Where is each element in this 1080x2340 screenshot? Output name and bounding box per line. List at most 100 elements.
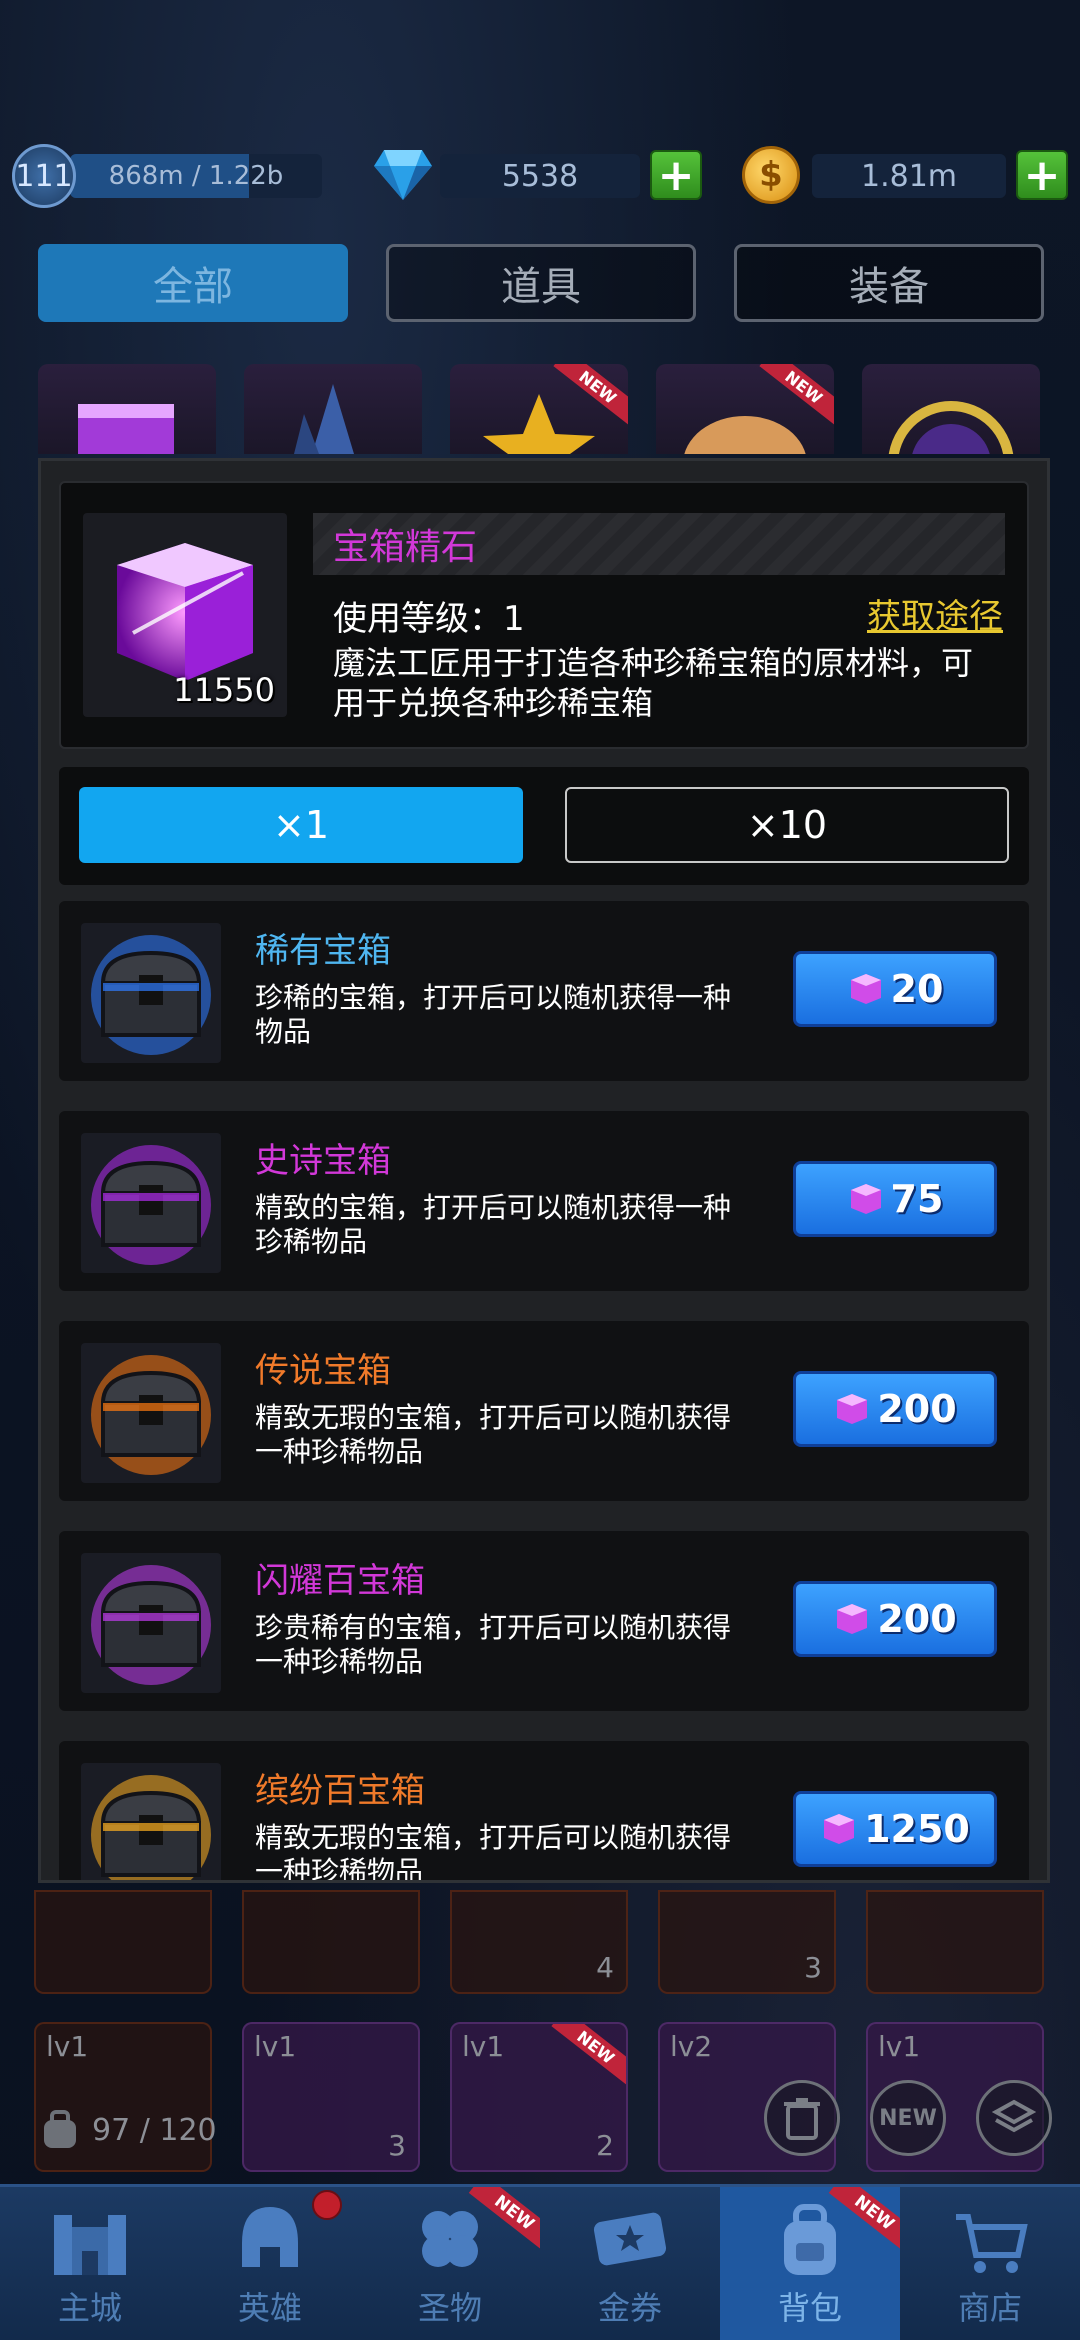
slot-level: lv1 [46, 2030, 89, 2063]
nav-label: 背包 [777, 2289, 842, 2327]
chest-description: 精致无瑕的宝箱，打开后可以随机获得一种珍稀物品 [255, 1401, 732, 1468]
buy-chest-button[interactable]: 20 [793, 951, 997, 1027]
inventory-slot[interactable] [866, 1890, 1044, 1994]
nav-relics[interactable]: 圣物 NEW [360, 2187, 540, 2340]
list-item: 缤纷百宝箱 精致无瑕的宝箱，打开后可以随机获得一种珍稀物品 1250 [59, 1741, 1029, 1883]
slot-count: 4 [596, 1951, 614, 1984]
clover-icon [422, 2211, 478, 2267]
slot-level: lv2 [670, 2030, 713, 2063]
epic-chest-icon [81, 1133, 221, 1273]
buy-chest-button[interactable]: 200 [793, 1371, 997, 1447]
quantity-x1-button[interactable]: ×1 [79, 787, 523, 863]
plus-icon: + [1023, 149, 1061, 201]
nav-vouchers[interactable]: 金券 [540, 2187, 720, 2340]
buy-chest-button[interactable]: 200 [793, 1581, 997, 1657]
inventory-slot[interactable]: lv1 3 [242, 2022, 420, 2172]
coin-count: 1.81m [812, 154, 1006, 198]
chest-price: 200 [877, 1387, 957, 1431]
backpack-icon [784, 2204, 836, 2275]
add-gems-button[interactable]: + [650, 149, 702, 201]
castle-icon [54, 2215, 126, 2275]
ticket-icon [593, 2212, 667, 2266]
bag-icon [44, 2110, 76, 2148]
shining-chest-icon [81, 1553, 221, 1693]
add-coins-button[interactable]: + [1016, 149, 1068, 201]
gem-cube-icon [78, 404, 174, 454]
chest-price: 1250 [864, 1807, 970, 1851]
stack-button[interactable] [976, 2080, 1052, 2156]
nav-label: 主城 [57, 2289, 122, 2327]
nav-label: 英雄 [237, 2289, 302, 2327]
delete-button[interactable] [764, 2080, 840, 2156]
slot-count: 3 [388, 2129, 406, 2162]
tab-all[interactable]: 全部 [38, 244, 348, 322]
inventory-slot[interactable]: NEW [656, 364, 834, 454]
nav-label: 金券 [597, 2289, 662, 2327]
chest-description: 珍稀的宝箱，打开后可以随机获得一种物品 [255, 981, 732, 1048]
inventory-slot[interactable] [862, 364, 1040, 454]
nav-label: 圣物 [417, 2289, 482, 2327]
new-filter-button[interactable]: NEW [870, 2080, 946, 2156]
legendary-chest-icon [81, 1343, 221, 1483]
chest-name: 缤纷百宝箱 [255, 1771, 425, 1811]
buy-chest-button[interactable]: 1250 [793, 1791, 997, 1867]
chest-description: 精致的宝箱，打开后可以随机获得一种珍稀物品 [255, 1191, 732, 1258]
item-icon-box: 11550 [83, 513, 287, 717]
inventory-slot[interactable]: 4 [450, 1890, 628, 1994]
obtain-source-link[interactable]: 获取途径 [867, 589, 1003, 638]
chest-price: 75 [890, 1177, 944, 1221]
plus-icon: + [657, 149, 695, 201]
chest-name: 史诗宝箱 [255, 1141, 391, 1181]
item-name: 宝箱精石 [313, 513, 1005, 575]
gem-cube-icon [837, 1604, 868, 1634]
new-icon: NEW [879, 2105, 937, 2131]
inventory-slot[interactable] [242, 1890, 420, 1994]
buy-chest-button[interactable]: 75 [793, 1161, 997, 1237]
tab-items[interactable]: 道具 [386, 244, 696, 322]
nav-shop[interactable]: 商店 [900, 2187, 1080, 2340]
xp-text: 868m / 1.22b [108, 161, 284, 191]
ring-icon [888, 401, 1014, 454]
item-description: 魔法工匠用于打造各种珍稀宝箱的原材料，可用于兑换各种珍稀宝箱 [333, 644, 974, 722]
cart-icon [956, 2214, 1028, 2273]
helmet-icon [242, 2207, 298, 2267]
new-badge: NEW [551, 2024, 626, 2086]
item-info-card: 11550 宝箱精石 使用等级：1 获取途径 魔法工匠用于打造各种珍稀宝箱的原材… [59, 481, 1029, 749]
player-level-badge[interactable]: 111 [12, 144, 76, 208]
inventory-slot[interactable] [34, 1890, 212, 1994]
bottom-nav: 主城 英雄 圣物 NEW 金券 背包 NEW 商店 [0, 2184, 1080, 2340]
slot-level: lv1 [462, 2030, 505, 2063]
resource-bar: 868m / 1.22b 111 5538 + $ 1.81m + [0, 140, 1080, 210]
inventory-slot[interactable] [38, 364, 216, 454]
list-item: 闪耀百宝箱 珍贵稀有的宝箱，打开后可以随机获得一种珍稀物品 200 [59, 1531, 1029, 1711]
chest-price: 20 [890, 967, 944, 1011]
chest-name: 闪耀百宝箱 [255, 1561, 425, 1601]
slot-level: lv1 [254, 2030, 297, 2063]
chest-price: 200 [877, 1597, 957, 1641]
chest-name: 稀有宝箱 [255, 931, 391, 971]
chest-description: 珍贵稀有的宝箱，打开后可以随机获得一种珍稀物品 [255, 1611, 732, 1678]
rare-chest-icon [81, 923, 221, 1063]
slot-count: 2 [596, 2129, 614, 2162]
trash-icon [784, 2098, 820, 2140]
nav-backpack[interactable]: 背包 NEW [720, 2187, 900, 2340]
inventory-slot[interactable] [244, 364, 422, 454]
inventory-slot[interactable]: lv1 2 NEW [450, 2022, 628, 2172]
gem-count: 5538 [440, 154, 640, 198]
inventory-slot[interactable]: NEW [450, 364, 628, 454]
item-count: 11550 [173, 671, 275, 709]
tab-equipment[interactable]: 装备 [734, 244, 1044, 322]
bag-capacity: 97 / 120 [38, 2108, 217, 2152]
chest-name: 传说宝箱 [255, 1351, 391, 1391]
gem-cube-icon [824, 1814, 855, 1844]
nav-label: 商店 [957, 2289, 1022, 2327]
chest-list[interactable]: 稀有宝箱 珍稀的宝箱，打开后可以随机获得一种物品 20 史诗宝箱 精致的宝箱，打… [59, 901, 1029, 1883]
item-detail-modal: 11550 宝箱精石 使用等级：1 获取途径 魔法工匠用于打造各种珍稀宝箱的原材… [38, 458, 1050, 1883]
quantity-x10-button[interactable]: ×10 [565, 787, 1009, 863]
coin-icon: $ [742, 146, 800, 204]
colorful-chest-icon [81, 1763, 221, 1880]
inventory-slot[interactable]: 3 [658, 1890, 836, 1994]
notification-dot [312, 2190, 342, 2220]
chest-description: 精致无瑕的宝箱，打开后可以随机获得一种珍稀物品 [255, 1821, 732, 1883]
nav-castle[interactable]: 主城 [0, 2187, 180, 2340]
